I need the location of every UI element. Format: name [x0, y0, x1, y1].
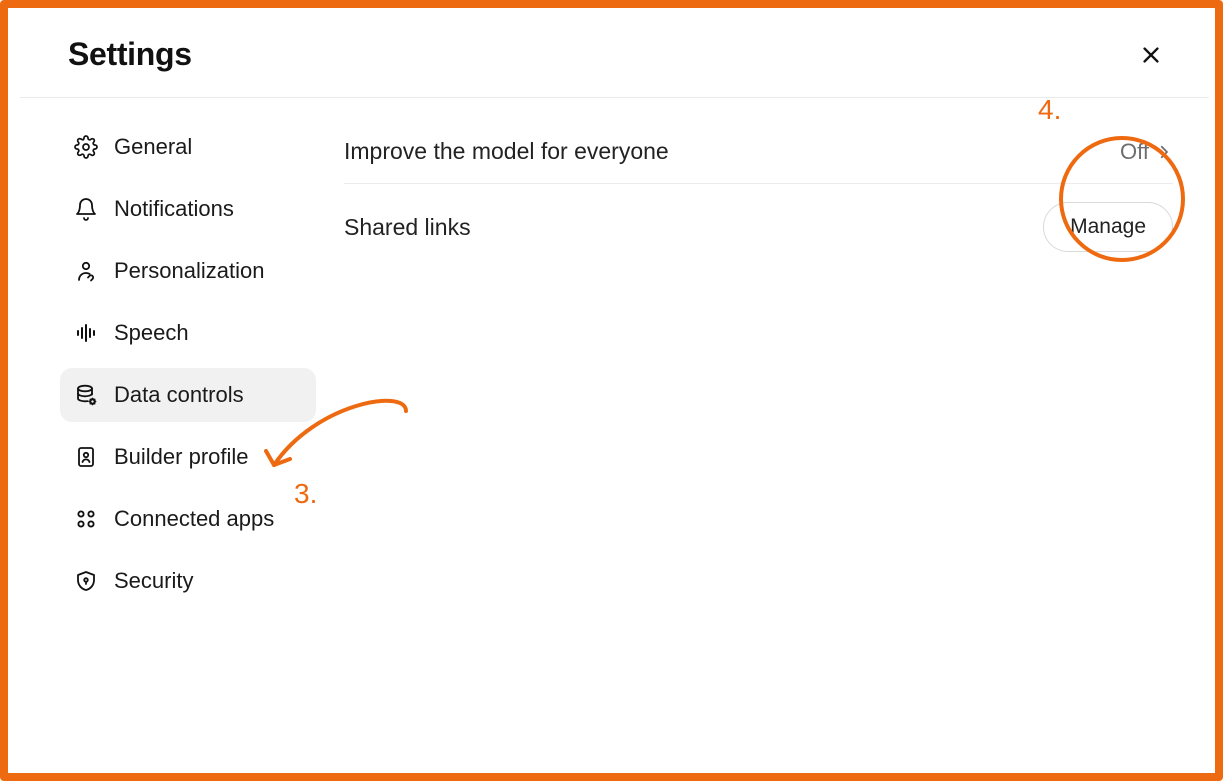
manage-button[interactable]: Manage [1043, 202, 1173, 252]
sidebar-item-notifications[interactable]: Notifications [60, 182, 316, 236]
row-value-text: Off [1120, 139, 1149, 165]
close-icon [1140, 44, 1162, 66]
settings-sidebar: General Notifications Personalization [20, 98, 330, 761]
sidebar-item-label: Connected apps [114, 506, 274, 532]
sidebar-item-builder-profile[interactable]: Builder profile [60, 430, 316, 484]
row-label: Shared links [344, 214, 471, 241]
gear-icon [74, 135, 98, 159]
dialog-header: Settings [20, 8, 1209, 98]
row-label: Improve the model for everyone [344, 138, 669, 165]
settings-content: Improve the model for everyone Off Share… [330, 98, 1209, 761]
sidebar-item-label: General [114, 134, 192, 160]
chevron-right-icon [1155, 143, 1173, 161]
row-value-improve-model[interactable]: Off [1120, 139, 1173, 165]
sidebar-item-connected-apps[interactable]: Connected apps [60, 492, 316, 546]
sidebar-item-label: Security [114, 568, 193, 594]
sidebar-item-general[interactable]: General [60, 120, 316, 174]
sidebar-item-label: Data controls [114, 382, 244, 408]
sidebar-item-label: Notifications [114, 196, 234, 222]
row-shared-links: Shared links Manage [344, 184, 1173, 270]
sidebar-item-security[interactable]: Security [60, 554, 316, 608]
close-button[interactable] [1133, 37, 1169, 73]
sidebar-item-speech[interactable]: Speech [60, 306, 316, 360]
dialog-body: General Notifications Personalization [20, 98, 1209, 761]
sidebar-item-label: Personalization [114, 258, 264, 284]
bell-icon [74, 197, 98, 221]
row-improve-model[interactable]: Improve the model for everyone Off [344, 120, 1173, 184]
sidebar-item-label: Builder profile [114, 444, 249, 470]
dialog-title: Settings [68, 36, 192, 73]
settings-dialog: Settings General Notifications [20, 8, 1209, 761]
apps-icon [74, 507, 98, 531]
sidebar-item-label: Speech [114, 320, 189, 346]
screenshot-frame: Settings General Notifications [0, 0, 1223, 781]
sidebar-item-personalization[interactable]: Personalization [60, 244, 316, 298]
id-card-icon [74, 445, 98, 469]
person-icon [74, 259, 98, 283]
sidebar-item-data-controls[interactable]: Data controls [60, 368, 316, 422]
database-icon [74, 383, 98, 407]
waveform-icon [74, 321, 98, 345]
shield-icon [74, 569, 98, 593]
